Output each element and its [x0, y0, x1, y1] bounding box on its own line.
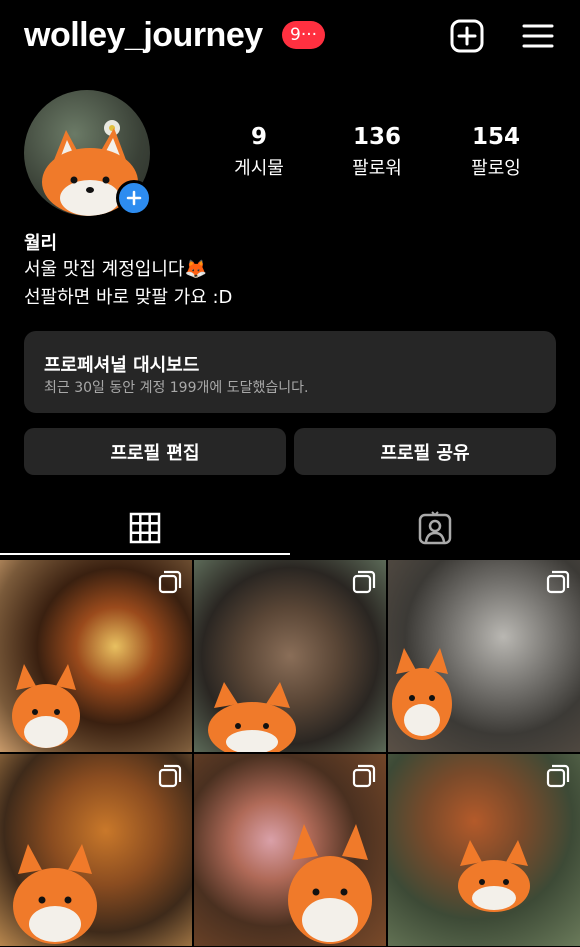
following-count[interactable]: 154 팔로잉: [441, 124, 551, 180]
posts-count[interactable]: 9 게시물: [204, 124, 314, 180]
post-thumbnail[interactable]: [0, 754, 192, 946]
active-tab-indicator: [0, 553, 290, 555]
dashboard-subtitle: 최근 30일 동안 계정 199개에 도달했습니다.: [44, 380, 309, 396]
hamburger-menu-icon: [522, 24, 554, 48]
following-value: 154: [471, 124, 520, 150]
post-thumbnail[interactable]: [194, 560, 386, 752]
edit-profile-button[interactable]: 프로필 편집: [24, 428, 286, 475]
fox-plush-image: [12, 664, 80, 748]
username-title[interactable]: wolley_journey: [24, 16, 263, 55]
fox-plush-image: [458, 840, 530, 912]
post-thumbnail[interactable]: [388, 754, 580, 946]
display-name: 월리: [24, 233, 58, 254]
posts-label: 게시물: [234, 158, 284, 179]
posts-value: 9: [250, 124, 267, 150]
post-thumbnail[interactable]: [0, 560, 192, 752]
create-post-button[interactable]: [447, 16, 487, 56]
followers-count[interactable]: 136 팔로워: [322, 124, 432, 180]
profile-tabs: [0, 498, 580, 558]
dashboard-title: 프로페셔널 대시보드: [44, 355, 200, 376]
menu-button[interactable]: [518, 16, 558, 56]
multiple-posts-icon: [546, 764, 570, 788]
followers-value: 136: [352, 124, 401, 150]
tab-tagged[interactable]: [290, 498, 580, 558]
tagged-person-icon: [418, 511, 452, 545]
bio-line-2: 선팔하면 바로 맞팔 가요 :D: [24, 287, 233, 308]
grid-icon: [129, 512, 161, 544]
fox-plush-image: [13, 844, 97, 944]
plus-icon: [126, 190, 142, 206]
fox-plush-image: [392, 648, 452, 740]
multiple-posts-icon: [352, 764, 376, 788]
plus-square-icon: [450, 19, 484, 53]
multiple-posts-icon: [158, 570, 182, 594]
followers-label: 팔로워: [352, 158, 402, 179]
professional-dashboard-card[interactable]: 프로페셔널 대시보드 최근 30일 동안 계정 199개에 도달했습니다.: [24, 331, 556, 413]
following-label: 팔로잉: [471, 158, 521, 179]
fox-plush-image: [288, 824, 372, 944]
post-thumbnail[interactable]: [388, 560, 580, 752]
tab-posts-grid[interactable]: [0, 498, 290, 558]
notification-badge[interactable]: 9···: [282, 21, 326, 49]
multiple-posts-icon: [158, 764, 182, 788]
top-header: wolley_journey 9···: [0, 0, 580, 76]
fox-plush-image: [208, 682, 296, 752]
post-thumbnail[interactable]: [194, 754, 386, 946]
add-story-button[interactable]: [116, 180, 152, 216]
multiple-posts-icon: [546, 570, 570, 594]
posts-grid: [0, 560, 580, 947]
bio-line-1: 서울 맛집 계정입니다🦊: [24, 259, 207, 280]
multiple-posts-icon: [352, 570, 376, 594]
share-profile-button[interactable]: 프로필 공유: [294, 428, 556, 475]
